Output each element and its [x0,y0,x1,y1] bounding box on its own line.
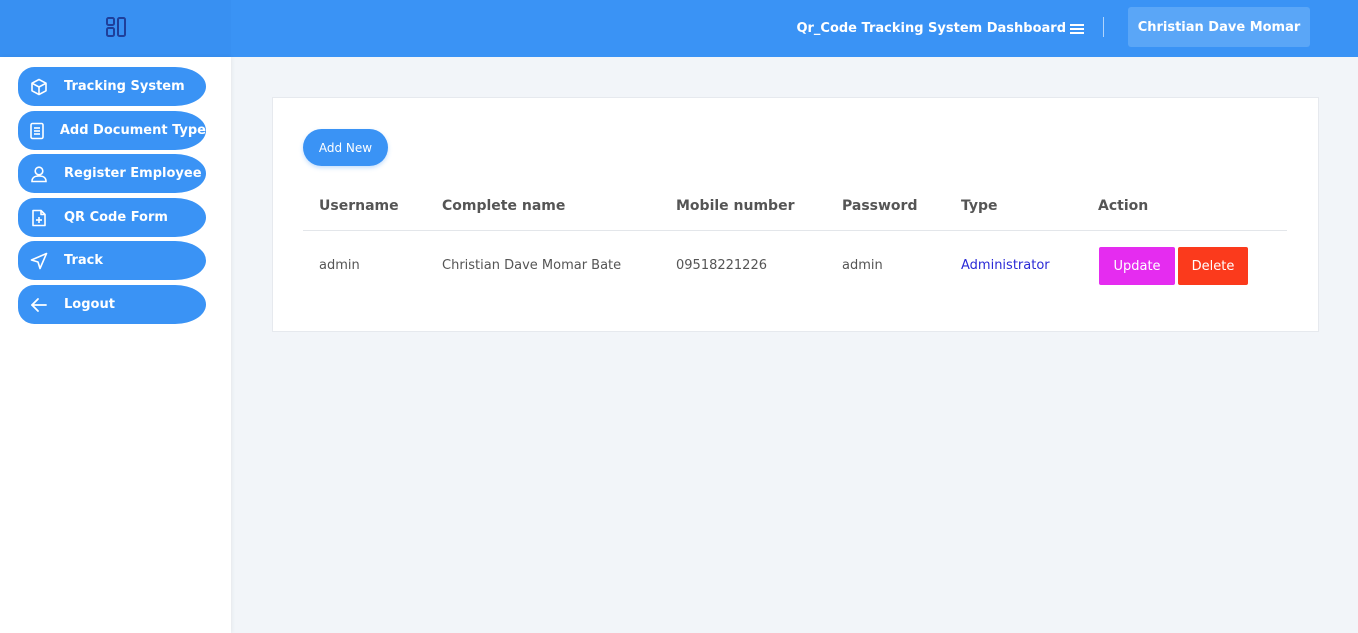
users-card: Add New Username Complete name Mobile nu… [272,97,1319,332]
dashboard-title-text: Qr_Code Tracking System Dashboard [796,21,1066,36]
hamburger-menu-icon[interactable] [1070,23,1084,35]
sidebar-item-label: QR Code Form [64,210,168,225]
table-header-divider [303,230,1287,231]
cell-password: admin [842,258,883,273]
sidebar-item-label: Track [64,253,103,268]
update-button[interactable]: Update [1099,247,1175,285]
arrow-left-icon [20,296,58,314]
cell-username: admin [319,258,360,273]
cell-type: Administrator [961,258,1050,273]
column-header-complete-name: Complete name [442,198,566,214]
sidebar-item-qr-code-form[interactable]: QR Code Form [18,198,206,237]
file-plus-icon [20,209,58,227]
layout-icon[interactable] [105,16,127,42]
sidebar-item-label: Register Employee [64,166,202,181]
sidebar: Tracking System Add Document Type Regist… [0,57,231,633]
brand-area [0,0,231,57]
column-header-type: Type [961,198,998,214]
document-icon [20,122,54,140]
add-new-button[interactable]: Add New [303,129,388,166]
user-icon [20,165,58,183]
column-header-password: Password [842,198,918,214]
cell-complete-name: Christian Dave Momar Bate [442,258,622,273]
header-divider [1103,17,1104,37]
cell-mobile-number: 09518221226 [676,258,767,273]
sidebar-item-label: Tracking System [64,79,185,94]
delete-button[interactable]: Delete [1178,247,1248,285]
user-menu-button[interactable]: Christian Dave Momar [1128,7,1310,47]
sidebar-item-logout[interactable]: Logout [18,285,206,324]
sidebar-item-label: Add Document Type [59,123,206,138]
dashboard-title: Qr_Code Tracking System Dashboard [796,0,1084,57]
sidebar-item-add-document-type[interactable]: Add Document Type [18,111,206,150]
column-header-action: Action [1098,198,1149,214]
sidebar-item-tracking-system[interactable]: Tracking System [18,67,206,106]
sidebar-item-label: Logout [64,297,115,312]
column-header-username: Username [319,198,399,214]
top-bar: Qr_Code Tracking System Dashboard Christ… [0,0,1358,57]
navigation-icon [20,252,58,270]
box-icon [20,78,58,96]
column-header-mobile-number: Mobile number [676,198,795,214]
sidebar-item-register-employee[interactable]: Register Employee [18,154,206,193]
sidebar-item-track[interactable]: Track [18,241,206,280]
